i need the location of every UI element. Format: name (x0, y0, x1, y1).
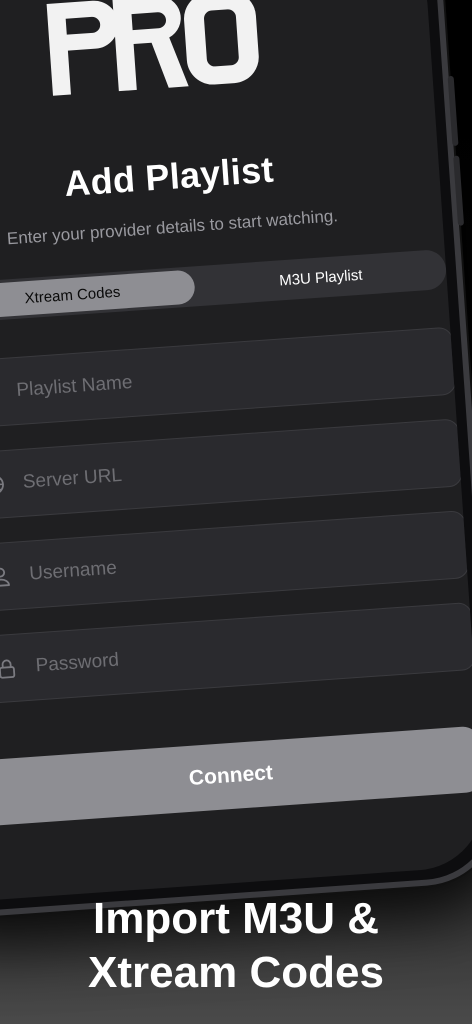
volume-down-button-hardware (453, 155, 465, 226)
playlist-name-placeholder: Playlist Name (15, 371, 134, 402)
tab-m3u-playlist[interactable]: M3U Playlist (197, 252, 444, 303)
lock-icon (0, 657, 19, 680)
app-logo (34, 0, 284, 114)
globe-icon (0, 473, 6, 496)
volume-up-button-hardware (447, 75, 459, 147)
playlist-name-field[interactable]: Playlist Name (0, 326, 457, 430)
marketing-caption: Import M3U & Xtream Codes (0, 892, 472, 1000)
phone-frame: Add Playlist Enter your provider details… (0, 0, 472, 922)
server-url-placeholder: Server URL (22, 464, 123, 493)
server-url-field[interactable]: Server URL (0, 418, 464, 522)
person-icon (0, 565, 12, 588)
caption-line-2: Xtream Codes (88, 948, 384, 997)
device-mockup-area: Add Playlist Enter your provider details… (0, 0, 472, 1024)
page-title: Add Playlist (62, 148, 275, 205)
tab-xtream-codes[interactable]: Xtream Codes (0, 269, 196, 321)
password-placeholder: Password (35, 649, 120, 677)
username-field[interactable]: Username (0, 510, 470, 613)
password-field[interactable]: Password (0, 601, 472, 705)
connect-button[interactable]: Connect (0, 725, 472, 827)
logo-graphic (46, 0, 259, 96)
app-screen: Add Playlist Enter your provider details… (0, 0, 472, 905)
page-subtitle: Enter your provider details to start wat… (6, 206, 339, 249)
source-type-segmented-control: Xtream Codes M3U Playlist (0, 248, 448, 324)
caption-line-1: Import M3U & (93, 894, 379, 943)
username-placeholder: Username (28, 557, 118, 585)
